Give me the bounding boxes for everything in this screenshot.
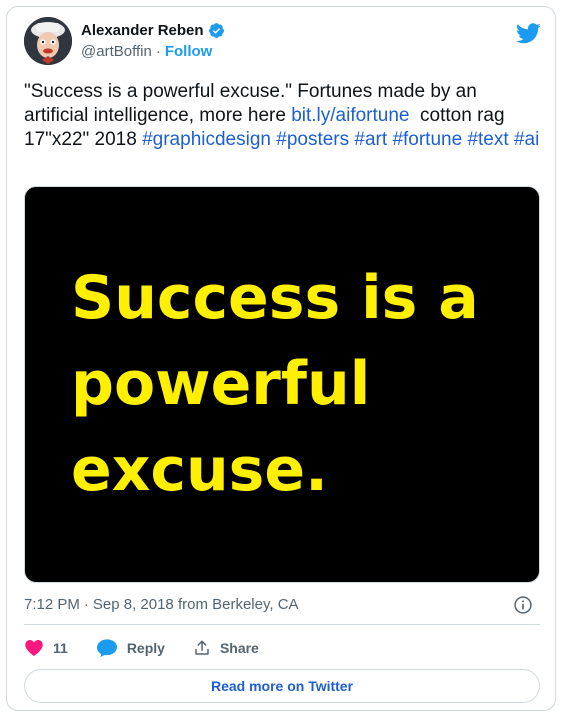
hashtag-fortune[interactable]: #fortune [392,129,462,150]
poster-text: Success is a powerful excuse. [71,255,531,513]
tweet-link[interactable]: bit.ly/aifortune [291,105,409,126]
heart-icon [25,640,43,656]
handle-separator: · [155,43,161,60]
reply-button[interactable]: Reply [96,638,165,658]
author-name-row: Alexander Reben [81,22,225,39]
avatar[interactable] [24,17,72,65]
verified-badge-icon [208,23,224,38]
follow-button[interactable]: Follow [165,43,213,60]
reply-bubble-icon [96,639,117,658]
tweet-text: "Success is a powerful excuse." Fortunes… [24,80,544,152]
tweet-time: 7:12 PM [24,596,80,613]
hashtag-posters[interactable]: #posters [276,129,349,150]
author-handle[interactable]: @artBoffin [81,43,152,60]
avatar-image [24,17,72,65]
tweet-timestamp[interactable]: 7:12 PM · Sep 8, 2018 from Berkeley, CA [24,596,299,613]
author-handle-row: @artBoffin · Follow [81,43,212,60]
author-display-name[interactable]: Alexander Reben [81,22,204,39]
tweet-card: Alexander Reben @artBoffin · Follow "Suc… [6,6,556,711]
share-button[interactable]: Share [193,639,259,657]
read-more-button[interactable]: Read more on Twitter [24,669,540,703]
meta-separator: · [83,596,89,613]
hashtag-text[interactable]: #text [467,129,508,150]
hashtag-ai[interactable]: #ai [514,129,539,150]
share-icon [195,640,209,655]
poster-line-2: powerful [71,349,371,419]
hashtag-graphicdesign[interactable]: #graphicdesign [142,129,271,150]
tweet-date-location: Sep 8, 2018 from Berkeley, CA [92,596,299,613]
like-count: 11 [53,640,68,656]
divider [24,624,540,625]
hashtag-art[interactable]: #art [354,129,387,150]
tweet-media-image[interactable]: Success is a powerful excuse. [24,186,540,583]
poster-line-1: Success is a [71,263,479,333]
tweet-actions: 11 Reply Share [24,633,287,663]
like-button[interactable]: 11 [24,638,68,658]
twitter-bird-icon[interactable] [516,23,541,44]
info-icon[interactable] [513,595,533,615]
share-label: Share [219,640,259,656]
poster-line-3: excuse. [71,435,328,505]
reply-label: Reply [126,640,165,656]
